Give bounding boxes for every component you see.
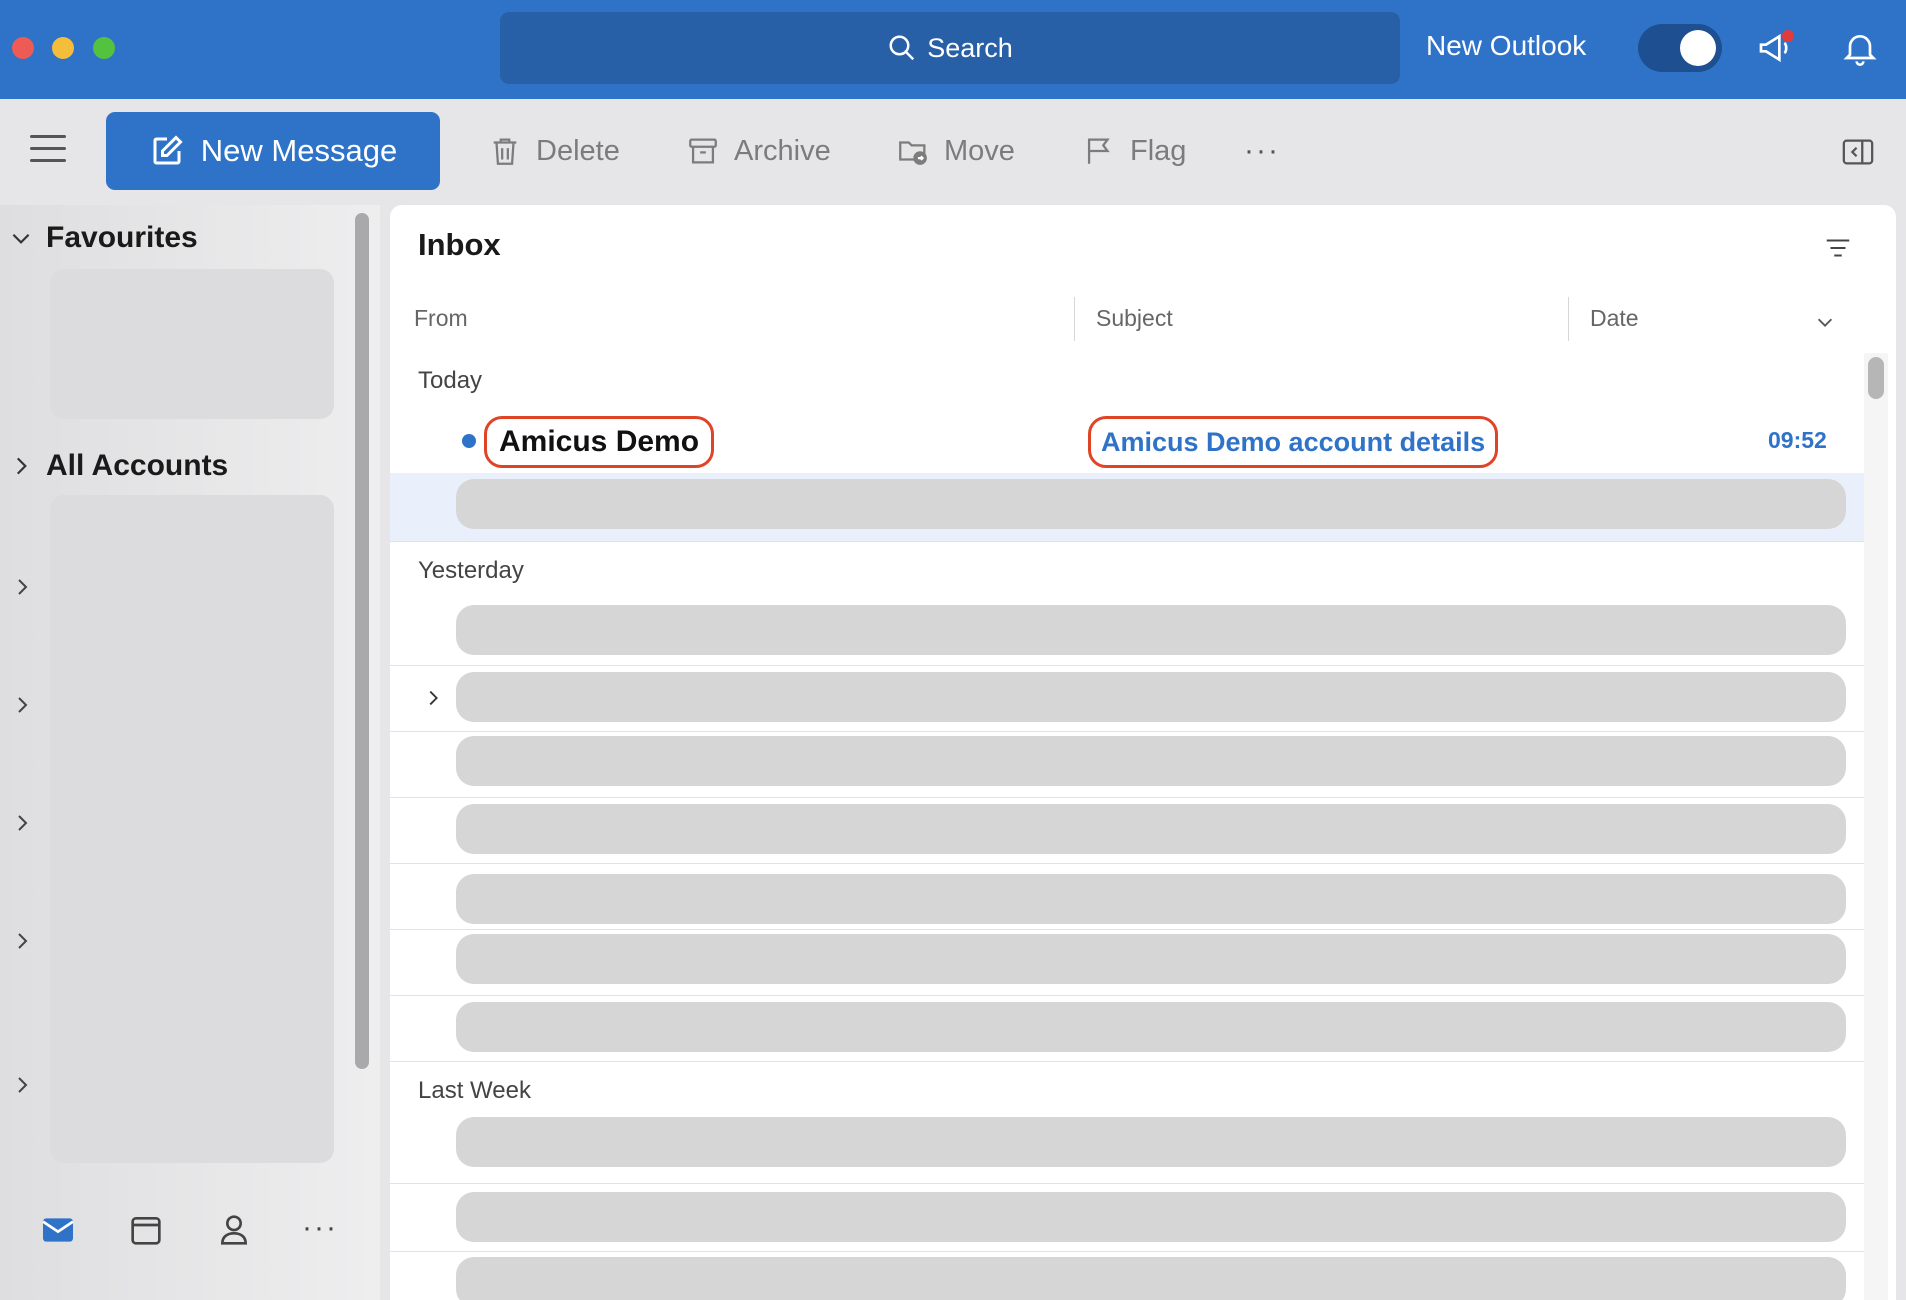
row-divider bbox=[390, 731, 1864, 732]
column-divider[interactable] bbox=[1074, 297, 1075, 341]
row-divider bbox=[390, 929, 1864, 930]
favourites-list-placeholder bbox=[50, 269, 334, 419]
new-message-button[interactable]: New Message bbox=[106, 112, 440, 190]
favourites-section[interactable]: Favourites bbox=[8, 221, 198, 255]
row-divider bbox=[390, 1061, 1864, 1062]
archive-button[interactable]: Archive bbox=[686, 129, 831, 173]
inbox-title: Inbox bbox=[418, 227, 501, 262]
hamburger-menu-icon[interactable] bbox=[30, 135, 66, 167]
message-time: 09:52 bbox=[1768, 427, 1827, 453]
chevron-right-icon bbox=[16, 457, 27, 475]
message-row-placeholder[interactable] bbox=[456, 1192, 1846, 1242]
move-folder-icon bbox=[899, 141, 927, 165]
chevron-down-icon[interactable] bbox=[1814, 311, 1836, 333]
archive-label: Archive bbox=[734, 134, 831, 167]
flag-icon bbox=[1087, 138, 1110, 164]
account-expand-chevron-icon[interactable] bbox=[10, 1073, 34, 1097]
search-bar[interactable]: Search bbox=[500, 12, 1400, 84]
message-row-placeholder[interactable] bbox=[456, 479, 1846, 529]
row-divider bbox=[390, 797, 1864, 798]
row-divider bbox=[390, 665, 1864, 666]
delete-button[interactable]: Delete bbox=[488, 129, 620, 173]
toggle-reading-pane-icon[interactable] bbox=[1840, 135, 1876, 169]
account-expand-chevron-icon[interactable] bbox=[10, 929, 34, 953]
minimize-window-button[interactable] bbox=[52, 37, 74, 59]
compose-icon bbox=[153, 135, 183, 165]
row-divider bbox=[390, 863, 1864, 864]
new-outlook-label: New Outlook bbox=[1426, 30, 1587, 61]
announcements-icon[interactable] bbox=[1756, 28, 1796, 68]
message-row-placeholder[interactable] bbox=[456, 804, 1846, 854]
message-row-placeholder[interactable] bbox=[456, 1257, 1846, 1300]
message-row-placeholder[interactable] bbox=[456, 874, 1846, 924]
flag-label: Flag bbox=[1130, 134, 1187, 167]
new-outlook-toggle[interactable] bbox=[1638, 24, 1722, 72]
column-divider[interactable] bbox=[1568, 297, 1569, 341]
message-row-placeholder[interactable] bbox=[456, 605, 1846, 655]
title-bar: Search New Outlook bbox=[0, 0, 1906, 99]
column-header-subject[interactable]: Subject bbox=[1096, 305, 1173, 332]
message-row-placeholder[interactable] bbox=[456, 672, 1846, 722]
toolbar: New Message Delete Archive Move Flag ··· bbox=[0, 99, 1906, 205]
column-header-date[interactable]: Date bbox=[1590, 305, 1639, 332]
calendar-icon[interactable] bbox=[126, 1210, 166, 1250]
delete-label: Delete bbox=[536, 134, 620, 167]
row-divider bbox=[390, 1183, 1864, 1184]
all-accounts-label: All Accounts bbox=[46, 449, 229, 482]
more-apps-button[interactable]: ··· bbox=[302, 1210, 342, 1250]
chevron-down-icon bbox=[12, 233, 30, 244]
message-list-scroll-track bbox=[1864, 353, 1888, 1300]
close-window-button[interactable] bbox=[12, 37, 34, 59]
group-header-yesterday: Yesterday bbox=[418, 557, 524, 584]
accounts-list-placeholder bbox=[50, 495, 334, 1163]
column-header-from[interactable]: From bbox=[414, 305, 468, 332]
message-list-scrollbar[interactable] bbox=[1868, 357, 1884, 399]
message-list: Inbox From Subject Date Today Amicus Dem… bbox=[390, 205, 1896, 1300]
favourites-label: Favourites bbox=[46, 221, 198, 254]
bell-icon[interactable] bbox=[1840, 28, 1880, 68]
filter-icon[interactable] bbox=[1820, 233, 1856, 263]
group-header-today: Today bbox=[418, 367, 483, 394]
message-subject[interactable]: Amicus Demo account details bbox=[1088, 416, 1499, 468]
notification-dot bbox=[1782, 30, 1794, 42]
thread-expand-chevron-icon[interactable] bbox=[422, 687, 444, 709]
row-divider bbox=[390, 1251, 1864, 1252]
people-icon[interactable] bbox=[214, 1210, 254, 1250]
mail-icon[interactable] bbox=[38, 1210, 78, 1250]
more-actions-button[interactable]: ··· bbox=[1244, 129, 1280, 173]
message-row-placeholder[interactable] bbox=[456, 934, 1846, 984]
account-expand-chevron-icon[interactable] bbox=[10, 811, 34, 835]
message-row-placeholder[interactable] bbox=[456, 1117, 1846, 1167]
account-expand-chevron-icon[interactable] bbox=[10, 575, 34, 599]
unread-indicator bbox=[462, 434, 476, 448]
message-row-placeholder[interactable] bbox=[456, 736, 1846, 786]
flag-button[interactable]: Flag bbox=[1082, 129, 1186, 173]
move-button[interactable]: Move bbox=[896, 129, 1015, 173]
message-row-placeholder[interactable] bbox=[456, 1002, 1846, 1052]
search-label: Search bbox=[927, 32, 1013, 63]
sidebar-scrollbar[interactable] bbox=[355, 213, 369, 1069]
all-accounts-section[interactable]: All Accounts bbox=[8, 449, 228, 483]
row-divider bbox=[390, 541, 1864, 542]
row-divider bbox=[390, 995, 1864, 996]
trash-icon bbox=[493, 138, 517, 165]
zoom-window-button[interactable] bbox=[93, 37, 115, 59]
group-header-last-week: Last Week bbox=[418, 1077, 531, 1104]
message-sender[interactable]: Amicus Demo bbox=[484, 416, 715, 468]
move-label: Move bbox=[944, 134, 1015, 167]
search-icon bbox=[889, 35, 915, 61]
account-expand-chevron-icon[interactable] bbox=[10, 693, 34, 717]
folder-sidebar: Favourites All Accounts ··· bbox=[0, 205, 380, 1300]
new-message-label: New Message bbox=[200, 133, 398, 168]
archive-icon bbox=[689, 138, 717, 164]
